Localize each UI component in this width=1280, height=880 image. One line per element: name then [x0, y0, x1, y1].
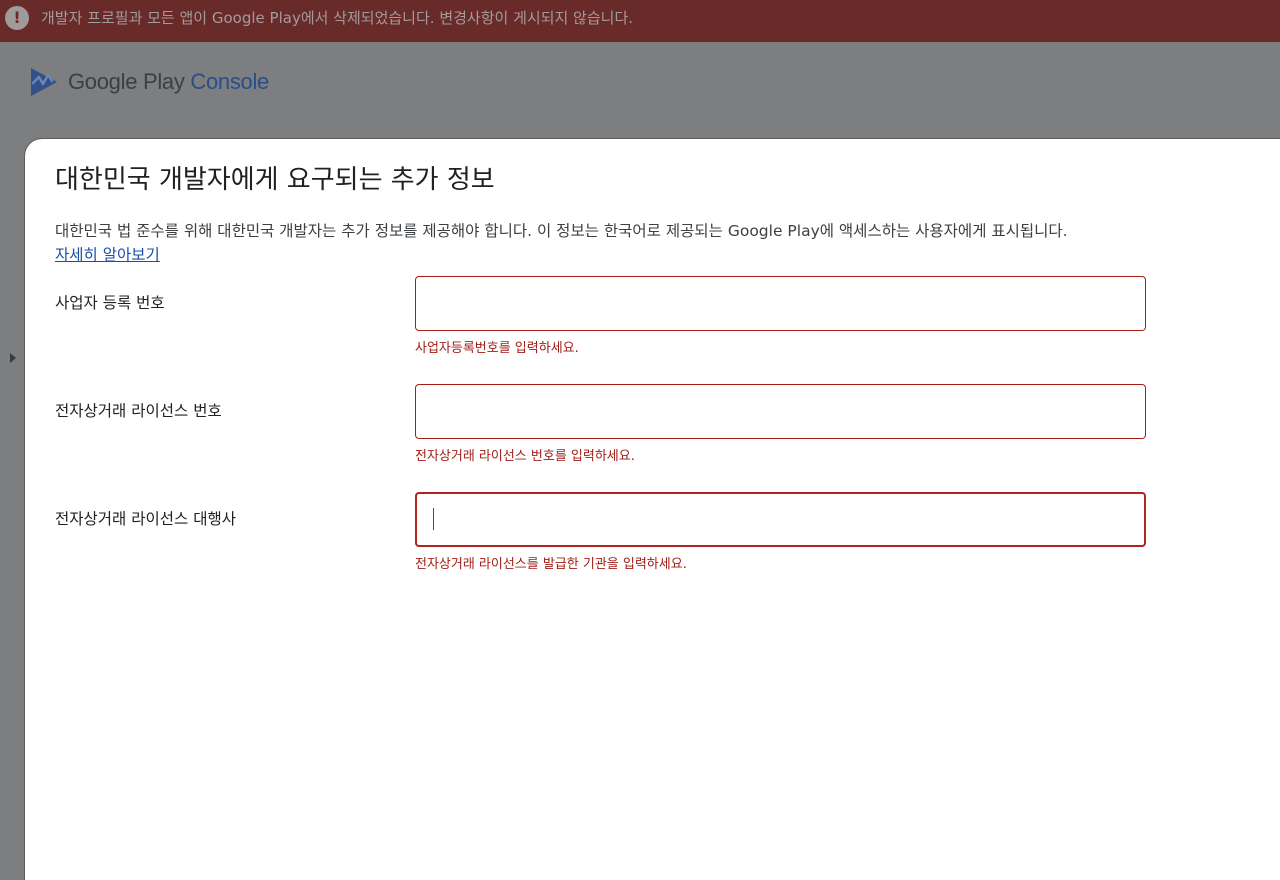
business-registration-input[interactable] — [415, 276, 1146, 331]
dialog-title: 대한민국 개발자에게 요구되는 추가 정보 — [55, 165, 495, 195]
text-cursor — [433, 508, 434, 530]
brand-logo[interactable]: Google Play Console — [30, 64, 269, 100]
business-registration-error: 사업자등록번호를 입력하세요. — [415, 341, 579, 356]
alert-glyph: ! — [13, 8, 21, 27]
chevron-right-icon[interactable] — [8, 351, 18, 365]
business-registration-label: 사업자 등록 번호 — [55, 294, 165, 312]
brand-console: Console — [190, 69, 269, 94]
error-banner: ! 개발자 프로필과 모든 앱이 Google Play에서 삭제되었습니다. … — [0, 0, 1280, 42]
ecommerce-license-number-error: 전자상거래 라이선스 번호를 입력하세요. — [415, 449, 635, 464]
korea-info-dialog: 대한민국 개발자에게 요구되는 추가 정보 대한민국 법 준수를 위해 대한민국… — [24, 138, 1280, 880]
brand-name: Google Play Console — [68, 69, 269, 95]
play-console-logo-icon — [31, 68, 57, 96]
banner-message: 개발자 프로필과 모든 앱이 Google Play에서 삭제되었습니다. 변경… — [41, 9, 634, 27]
learn-more-link[interactable]: 자세히 알아보기 — [55, 243, 160, 265]
ecommerce-license-agency-label: 전자상거래 라이선스 대행사 — [55, 510, 236, 528]
dialog-description: 대한민국 법 준수를 위해 대한민국 개발자는 추가 정보를 제공해야 합니다.… — [55, 222, 1068, 240]
brand-google-play: Google Play — [68, 69, 185, 94]
ecommerce-license-agency-input[interactable] — [415, 492, 1146, 547]
alert-icon: ! — [5, 6, 29, 30]
ecommerce-license-number-label: 전자상거래 라이선스 번호 — [55, 402, 222, 420]
ecommerce-license-agency-error: 전자상거래 라이선스를 발급한 기관을 입력하세요. — [415, 557, 687, 572]
ecommerce-license-number-input[interactable] — [415, 384, 1146, 439]
